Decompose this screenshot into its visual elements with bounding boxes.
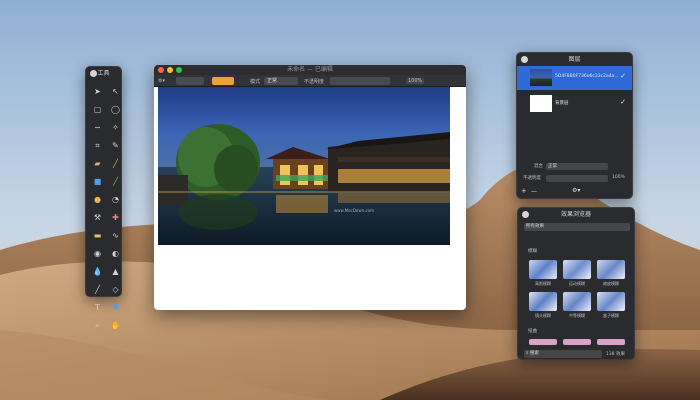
shape-icon[interactable]: ◇ [108, 282, 123, 297]
line-icon[interactable]: ╱ [90, 282, 105, 297]
blend-select[interactable]: 正常 [546, 163, 608, 170]
layer-settings-icon[interactable]: ⚙▾ [572, 187, 580, 194]
effect-label: 中等模糊 [569, 313, 585, 318]
effect-thumbnail[interactable] [597, 339, 625, 345]
window-title: 未命名 — 已编辑 [287, 66, 333, 73]
triangle-icon[interactable]: ▲ [108, 264, 123, 279]
heal-icon[interactable]: ✚ [108, 210, 123, 225]
effects-count: 138 效果 [606, 352, 626, 357]
opacity-slider[interactable] [330, 77, 390, 85]
eraser-icon[interactable]: ▰ [90, 156, 105, 171]
effect-label: 运动模糊 [569, 281, 585, 286]
mode-label: 模式 [250, 79, 261, 85]
layer-row[interactable]: 5D4F8B0F736e6c33c2a4a... ✓ [517, 66, 632, 90]
close-icon[interactable] [90, 70, 97, 77]
layers-panel: 图层 5D4F8B0F736e6c33c2a4a... ✓ 背景层 ✓ 混合 正… [516, 52, 633, 199]
image-window: 未命名 — 已编辑 ⚙▾ 模式 正常 不透明度 100% www.MacDown… [154, 65, 466, 310]
select-icon[interactable]: ↖ [108, 84, 123, 99]
tool-grid: ➤ ↖ ▢ ◯ ∽ ✧ ⌗ ✎ ▰ ╱ ■ ╱ ● ◔ ⚒ ✚ ▬ ∿ ◉ ◐ … [86, 80, 121, 333]
effect-thumbnail[interactable] [597, 260, 625, 279]
dodge-icon[interactable]: ◐ [108, 246, 123, 261]
lasso-icon[interactable]: ∽ [90, 120, 105, 135]
heart-icon[interactable]: ♥ [108, 300, 123, 315]
eye-icon[interactable]: ◉ [90, 246, 105, 261]
tool-options-icon[interactable]: ⚙▾ [158, 78, 165, 84]
layer-thumbnail [530, 69, 552, 86]
effects-search-input[interactable]: ⌕ 搜索 [524, 350, 602, 358]
layer-name: 5D4F8B0F736e6c33c2a4a... [555, 74, 619, 79]
night-town-photo [158, 87, 450, 245]
effect-thumbnail[interactable] [597, 292, 625, 311]
stamp-icon[interactable]: ⚒ [90, 210, 105, 225]
opacity-value: 100% [406, 78, 425, 84]
brush-preset[interactable] [176, 77, 204, 85]
mode-value: 正常 [267, 78, 278, 84]
effect-label: 镜头模糊 [535, 313, 551, 318]
effects-category-select[interactable]: 所有效果 [524, 223, 630, 231]
color-picker-icon[interactable]: ◔ [108, 192, 123, 207]
add-layer-button[interactable]: + [521, 187, 527, 195]
gradient-icon[interactable]: ╱ [108, 174, 123, 189]
visibility-checkbox[interactable]: ✓ [620, 72, 626, 80]
close-icon[interactable] [522, 211, 529, 218]
effect-thumbnail[interactable] [529, 260, 557, 279]
effects-panel-title: 效果浏览器 [560, 211, 591, 218]
pointer-icon[interactable]: ➤ [90, 84, 105, 99]
mode-select[interactable]: 正常 [264, 77, 298, 85]
layer-opacity-label: 不透明度 [523, 176, 541, 181]
rect-select-icon[interactable]: ▢ [90, 102, 105, 117]
blend-value: 正常 [548, 164, 557, 169]
layers-panel-title: 图层 [568, 56, 581, 63]
opacity-label: 不透明度 [304, 79, 325, 85]
photo-watermark: www.MacDown.com [334, 208, 374, 213]
image-canvas[interactable]: www.MacDown.com [158, 87, 450, 245]
layers-panel-titlebar: 图层 [517, 53, 632, 66]
effect-thumbnail[interactable] [529, 339, 557, 345]
crop-icon[interactable]: ⌗ [90, 138, 105, 153]
effects-panel-titlebar: 效果浏览器 [518, 208, 634, 221]
zoom-icon[interactable]: ⌕ [90, 318, 105, 333]
layer-thumbnail [530, 95, 552, 112]
effect-thumbnail[interactable] [563, 292, 591, 311]
effects-category-value: 所有效果 [526, 224, 544, 229]
layer-opacity-slider[interactable] [546, 175, 608, 182]
tools-panel: 工具 ➤ ↖ ▢ ◯ ∽ ✧ ⌗ ✎ ▰ ╱ ■ ╱ ● ◔ ⚒ ✚ ▬ ∿ ◉… [85, 66, 122, 330]
hand-icon[interactable]: ✋ [108, 318, 123, 333]
close-button[interactable] [158, 67, 164, 73]
window-titlebar: 未命名 — 已编辑 [154, 65, 466, 75]
search-placeholder: 搜索 [529, 351, 539, 356]
drop-icon[interactable]: 💧 [90, 264, 105, 279]
blend-label: 混合 [534, 164, 543, 169]
brush-icon[interactable]: ╱ [108, 156, 123, 171]
effects-browser-panel: 效果浏览器 所有效果 模糊 高斯模糊 运动模糊 缩放模糊 镜头模糊 中等模糊 盒… [517, 207, 635, 360]
text-icon[interactable]: T [90, 300, 105, 315]
effect-label: 盒子模糊 [603, 313, 619, 318]
ellipse-select-icon[interactable]: ◯ [108, 102, 123, 117]
zoom-button[interactable] [176, 67, 182, 73]
tools-panel-titlebar: 工具 [86, 67, 121, 80]
tools-panel-title: 工具 [97, 70, 110, 77]
sharpen-icon[interactable]: ▬ [90, 228, 105, 243]
remove-layer-button[interactable]: — [531, 188, 537, 195]
blur-icon[interactable]: ∿ [108, 228, 123, 243]
layer-name: 背景层 [555, 101, 569, 106]
color-fill-icon[interactable]: ■ [90, 174, 105, 189]
magic-wand-icon[interactable]: ✧ [108, 120, 123, 135]
pen-icon[interactable]: ✎ [108, 138, 123, 153]
effect-thumbnail[interactable] [563, 260, 591, 279]
effect-thumbnail[interactable] [529, 292, 557, 311]
smudge-icon[interactable]: ● [90, 192, 105, 207]
color-swatch[interactable] [212, 77, 234, 85]
minimize-button[interactable] [167, 67, 173, 73]
visibility-checkbox[interactable]: ✓ [620, 98, 626, 106]
close-icon[interactable] [521, 56, 528, 63]
options-toolbar: ⚙▾ 模式 正常 不透明度 100% [154, 75, 466, 87]
effect-label: 高斯模糊 [535, 281, 551, 286]
layer-opacity-value: 100% [612, 175, 625, 180]
effect-label: 缩放模糊 [603, 281, 619, 286]
layer-row[interactable]: 背景层 ✓ [517, 92, 632, 116]
effects-group-label: 模糊 [528, 249, 537, 254]
effect-thumbnail[interactable] [563, 339, 591, 345]
effects-group-label: 扭曲 [528, 329, 537, 334]
